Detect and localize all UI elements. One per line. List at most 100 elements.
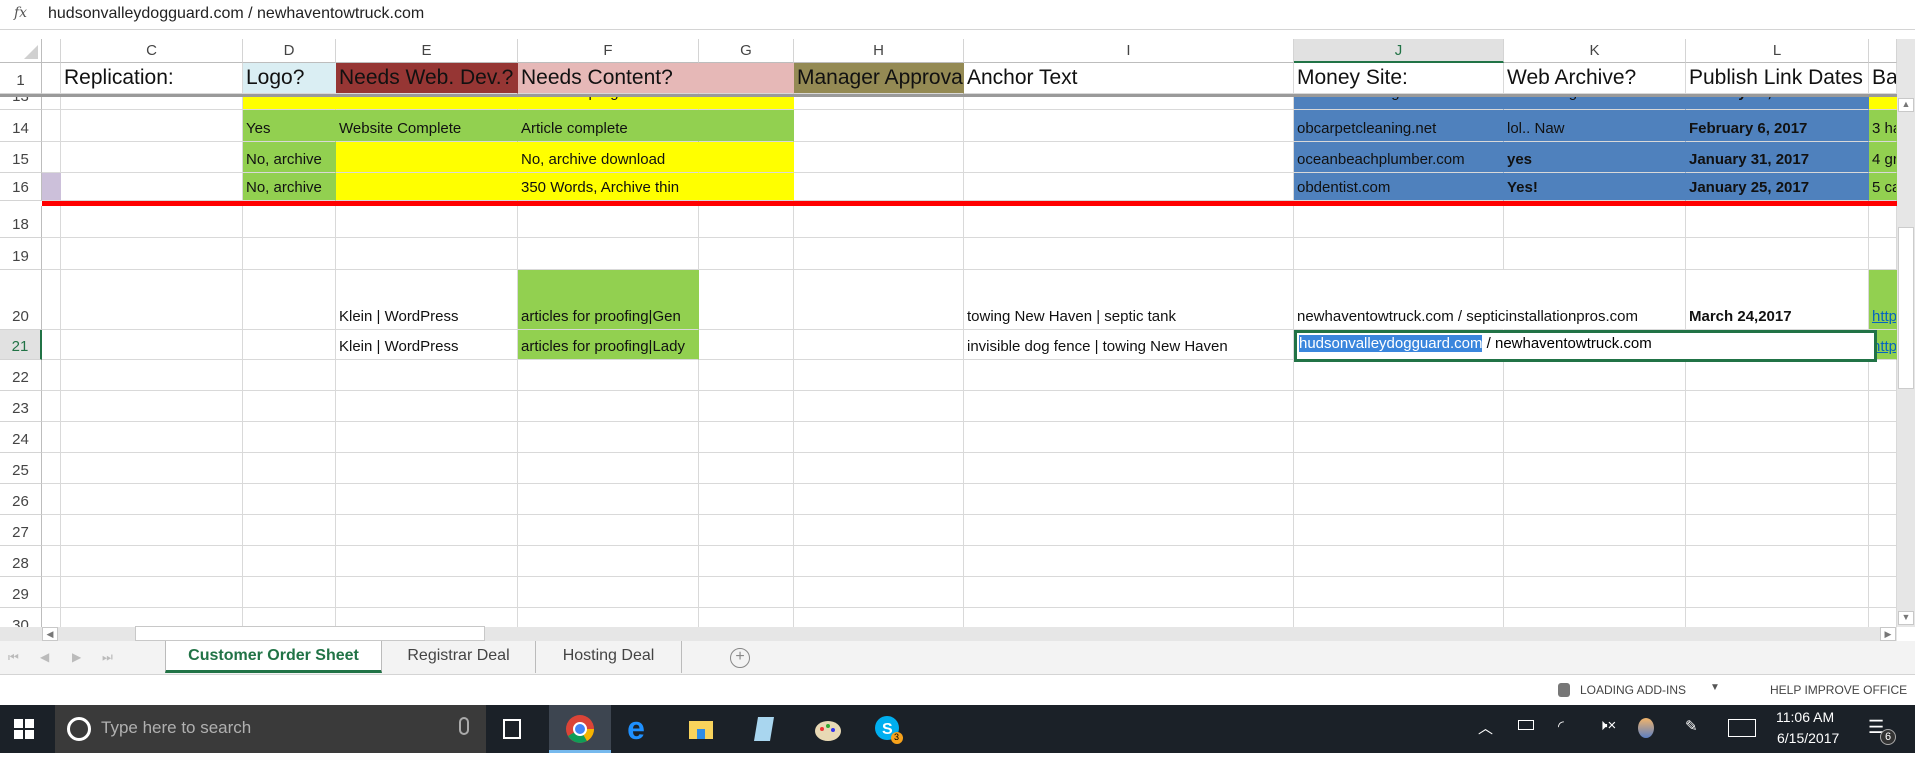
cell-M14[interactable]: 3 ha [1869,110,1897,142]
cell-F16[interactable]: 350 Words, Archive thin [518,173,699,201]
cell-I26[interactable] [964,484,1294,515]
cell-L14[interactable]: February 6, 2017 [1686,110,1869,142]
tab-customer-order-sheet[interactable]: Customer Order Sheet [165,641,382,673]
cell-C23[interactable] [61,391,243,422]
cell-H15[interactable] [794,142,964,173]
row-header-21[interactable]: 21 [0,330,42,360]
cell-M19[interactable] [1869,238,1897,270]
cell-F14[interactable]: Article complete [518,110,699,142]
cell-L22[interactable] [1686,360,1869,391]
cell-E22[interactable] [336,360,518,391]
cell-H26[interactable] [794,484,964,515]
cell-D26[interactable] [243,484,336,515]
cell-J22[interactable] [1294,360,1504,391]
cell-G28[interactable] [699,546,794,577]
row-header-14[interactable]: 14 [0,110,42,142]
help-improve-office-link[interactable]: HELP IMPROVE OFFICE [1770,683,1907,697]
scroll-up-button[interactable]: ▲ [1898,98,1914,112]
cell-H16[interactable] [794,173,964,201]
cell-F18[interactable] [518,206,699,238]
cell-J25[interactable] [1294,453,1504,484]
cell-B22[interactable] [42,360,61,391]
chevron-down-icon[interactable]: ▼ [1710,682,1720,693]
cell-L25[interactable] [1686,453,1869,484]
cell-B15[interactable] [42,142,61,173]
cell-G18[interactable] [699,206,794,238]
cell-I20[interactable]: towing New Haven | septic tank [964,270,1294,330]
battery-icon[interactable] [1518,720,1534,730]
task-view-icon[interactable] [503,719,521,739]
cell-L15[interactable]: January 31, 2017 [1686,142,1869,173]
cell-F24[interactable] [518,422,699,453]
cell-J24[interactable] [1294,422,1504,453]
cell-L29[interactable] [1686,577,1869,608]
row-header-30[interactable]: 30 [0,608,42,627]
cell-C28[interactable] [61,546,243,577]
column-header-J[interactable]: J [1294,39,1504,63]
cell-J16[interactable]: obdentist.com [1294,173,1504,201]
cell-M29[interactable] [1869,577,1897,608]
cell-H29[interactable] [794,577,964,608]
cell-I25[interactable] [964,453,1294,484]
cell-G29[interactable] [699,577,794,608]
cell-M26[interactable] [1869,484,1897,515]
cell-D19[interactable] [243,238,336,270]
cell-F19[interactable] [518,238,699,270]
cell-E27[interactable] [336,515,518,546]
cell-E19[interactable] [336,238,518,270]
clock-time[interactable]: 11:06 AM [1776,709,1834,725]
cell-M22[interactable] [1869,360,1897,391]
row-header-28[interactable]: 28 [0,546,42,577]
cell-I27[interactable] [964,515,1294,546]
row-header-1[interactable]: 1 [0,63,42,94]
windows-start-icon[interactable] [14,719,34,739]
row-header-29[interactable]: 29 [0,577,42,608]
cell-C21[interactable] [61,330,243,360]
cell-J19[interactable] [1294,238,1504,270]
cell-C19[interactable] [61,238,243,270]
cell-editor-J21[interactable]: hudsonvalleydogguard.com / newhaventowtr… [1294,330,1877,362]
loading-addins[interactable]: LOADING ADD-INS [1580,683,1686,697]
cell-E24[interactable] [336,422,518,453]
row-header-24[interactable]: 24 [0,422,42,453]
cell-I16[interactable] [964,173,1294,201]
cell-I15[interactable] [964,142,1294,173]
cell-E14[interactable]: Website Complete [336,110,518,142]
cell-B18[interactable] [42,206,61,238]
cell-G25[interactable] [699,453,794,484]
cell-C25[interactable] [61,453,243,484]
cell-D29[interactable] [243,577,336,608]
cell-G30[interactable] [699,608,794,627]
column-header-C[interactable]: C [61,39,243,63]
cell-C16[interactable] [61,173,243,201]
clock-date[interactable]: 6/15/2017 [1777,730,1839,746]
scroll-right-button[interactable]: ▶ [1880,627,1896,641]
cell-K24[interactable] [1504,422,1686,453]
function-icon[interactable]: fx [14,5,27,21]
last-sheet-icon[interactable]: ⏭ [102,650,113,665]
cell-E16[interactable] [336,173,518,201]
cell-F28[interactable] [518,546,699,577]
vertical-scrollbar[interactable]: ▲ ▼ [1897,39,1915,627]
cell-B28[interactable] [42,546,61,577]
cell-L30[interactable] [1686,608,1869,627]
cell-E1[interactable]: Needs Web. Dev.? [336,63,518,94]
column-header-E[interactable]: E [336,39,518,63]
cell-I21[interactable]: invisible dog fence | towing New Haven [964,330,1294,360]
cell-F25[interactable] [518,453,699,484]
cell-B29[interactable] [42,577,61,608]
cell-K16[interactable]: Yes! [1504,173,1686,201]
cell-G24[interactable] [699,422,794,453]
cell-M23[interactable] [1869,391,1897,422]
cell-H18[interactable] [794,206,964,238]
cell-F1[interactable]: Needs Content? [518,63,699,94]
cell-D23[interactable] [243,391,336,422]
cell-E18[interactable] [336,206,518,238]
cell-I30[interactable] [964,608,1294,627]
cell-L1[interactable]: Publish Link Dates [1686,63,1869,94]
formula-bar-content[interactable]: hudsonvalleydogguard.com / newhaventowtr… [48,5,424,23]
cell-D18[interactable] [243,206,336,238]
cell-B25[interactable] [42,453,61,484]
file-explorer-icon[interactable] [685,713,717,745]
cell-H1[interactable]: Manager Approval [794,63,964,94]
